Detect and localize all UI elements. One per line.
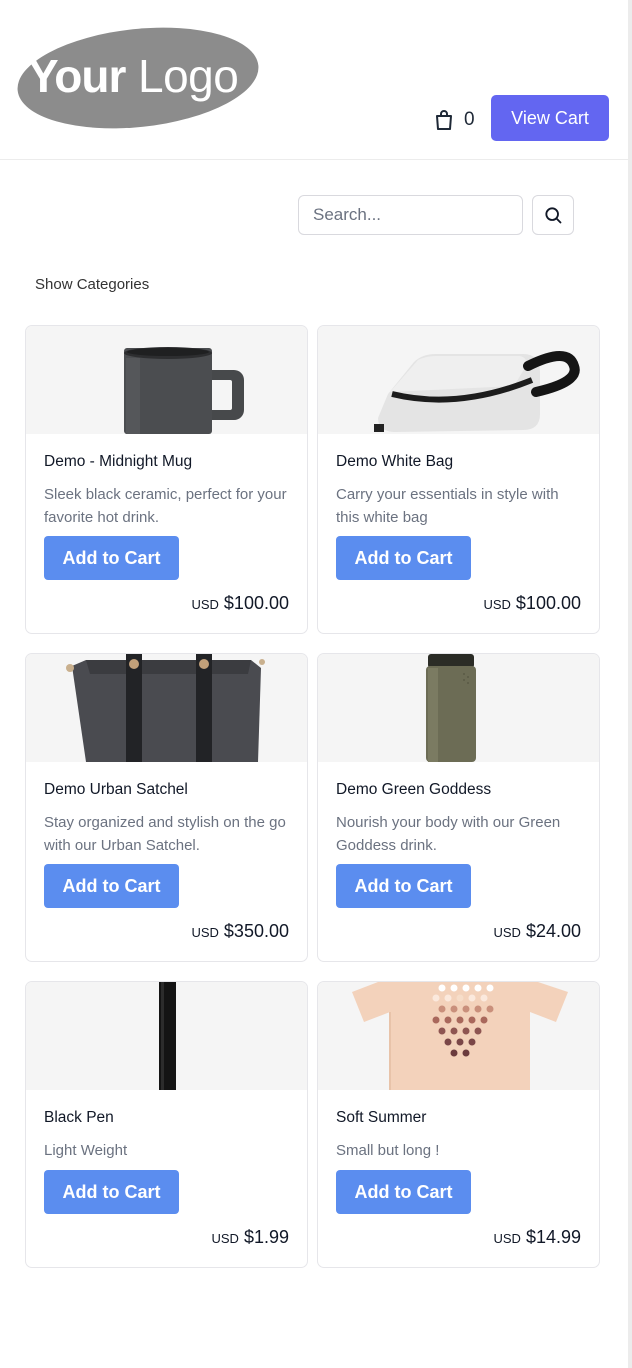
product-image[interactable] [318, 654, 599, 762]
cart-count: 0 [464, 109, 475, 130]
product-card: Black Pen Light Weight Add to Cart USD $… [25, 981, 308, 1268]
product-description: Stay organized and stylish on the go wit… [44, 814, 286, 854]
price-currency: USD [483, 597, 511, 612]
show-categories-toggle[interactable]: Show Categories [35, 276, 149, 293]
product-description: Small but long ! [336, 1142, 440, 1159]
product-title[interactable]: Demo White Bag [336, 453, 453, 471]
price-amount: $100.00 [223, 593, 289, 613]
product-card: Demo White Bag Carry your essentials in … [317, 325, 600, 634]
product-price: USD $1.99 [212, 1227, 290, 1248]
product-card: Demo Green Goddess Nourish your body wit… [317, 653, 600, 962]
price-currency: USD [493, 925, 521, 940]
site-header: Your Logo 0 View Cart [0, 0, 628, 160]
price-amount: $350.00 [223, 921, 289, 941]
price-currency: USD [211, 1231, 239, 1246]
product-title[interactable]: Demo - Midnight Mug [44, 453, 192, 471]
view-cart-button[interactable]: View Cart [491, 95, 609, 141]
add-to-cart-button[interactable]: Add to Cart [44, 864, 179, 908]
product-description: Carry your essentials in style with this… [336, 486, 559, 526]
product-image[interactable] [318, 326, 599, 434]
search-input[interactable] [298, 195, 523, 235]
logo[interactable]: Your Logo [16, 26, 260, 130]
svg-text:Logo: Logo [138, 50, 238, 102]
price-amount: $14.99 [525, 1227, 581, 1247]
cart-indicator[interactable]: 0 [432, 106, 475, 134]
product-description: Sleek black ceramic, perfect for your fa… [44, 486, 287, 526]
product-title[interactable]: Black Pen [44, 1109, 114, 1127]
add-to-cart-button[interactable]: Add to Cart [44, 536, 179, 580]
product-price: USD $24.00 [493, 921, 581, 942]
product-description: Nourish your body with our Green Goddess… [336, 814, 561, 854]
add-to-cart-button[interactable]: Add to Cart [336, 1170, 471, 1214]
product-image[interactable] [318, 982, 599, 1090]
price-currency: USD [191, 597, 219, 612]
product-title[interactable]: Demo Urban Satchel [44, 781, 188, 799]
shopping-bag-icon [436, 110, 452, 130]
add-to-cart-button[interactable]: Add to Cart [336, 536, 471, 580]
price-amount: $100.00 [515, 593, 581, 613]
svg-text:Your: Your [28, 50, 126, 102]
add-to-cart-button[interactable]: Add to Cart [44, 1170, 179, 1214]
storefront-page: Your Logo 0 View Cart Show Categories [0, 0, 628, 1368]
product-price: USD $350.00 [191, 921, 289, 942]
price-amount: $24.00 [525, 921, 581, 941]
product-title[interactable]: Demo Green Goddess [336, 781, 491, 799]
price-amount: $1.99 [243, 1227, 289, 1247]
product-price: USD $14.99 [493, 1227, 581, 1248]
product-image[interactable] [26, 982, 307, 1090]
add-to-cart-button[interactable]: Add to Cart [336, 864, 471, 908]
product-title[interactable]: Soft Summer [336, 1109, 426, 1127]
product-image[interactable] [26, 654, 307, 762]
price-currency: USD [493, 1231, 521, 1246]
product-description: Light Weight [44, 1142, 128, 1159]
product-price: USD $100.00 [191, 593, 289, 614]
product-card: Demo Urban Satchel Stay organized and st… [25, 653, 308, 962]
product-card: Soft Summer Small but long ! Add to Cart… [317, 981, 600, 1268]
product-price: USD $100.00 [483, 593, 581, 614]
price-currency: USD [191, 925, 219, 940]
product-image[interactable] [26, 326, 307, 434]
product-card: Demo - Midnight Mug Sleek black ceramic,… [25, 325, 308, 634]
scrollbar[interactable] [628, 0, 632, 1368]
search-icon [545, 207, 562, 224]
search-button[interactable] [532, 195, 574, 235]
